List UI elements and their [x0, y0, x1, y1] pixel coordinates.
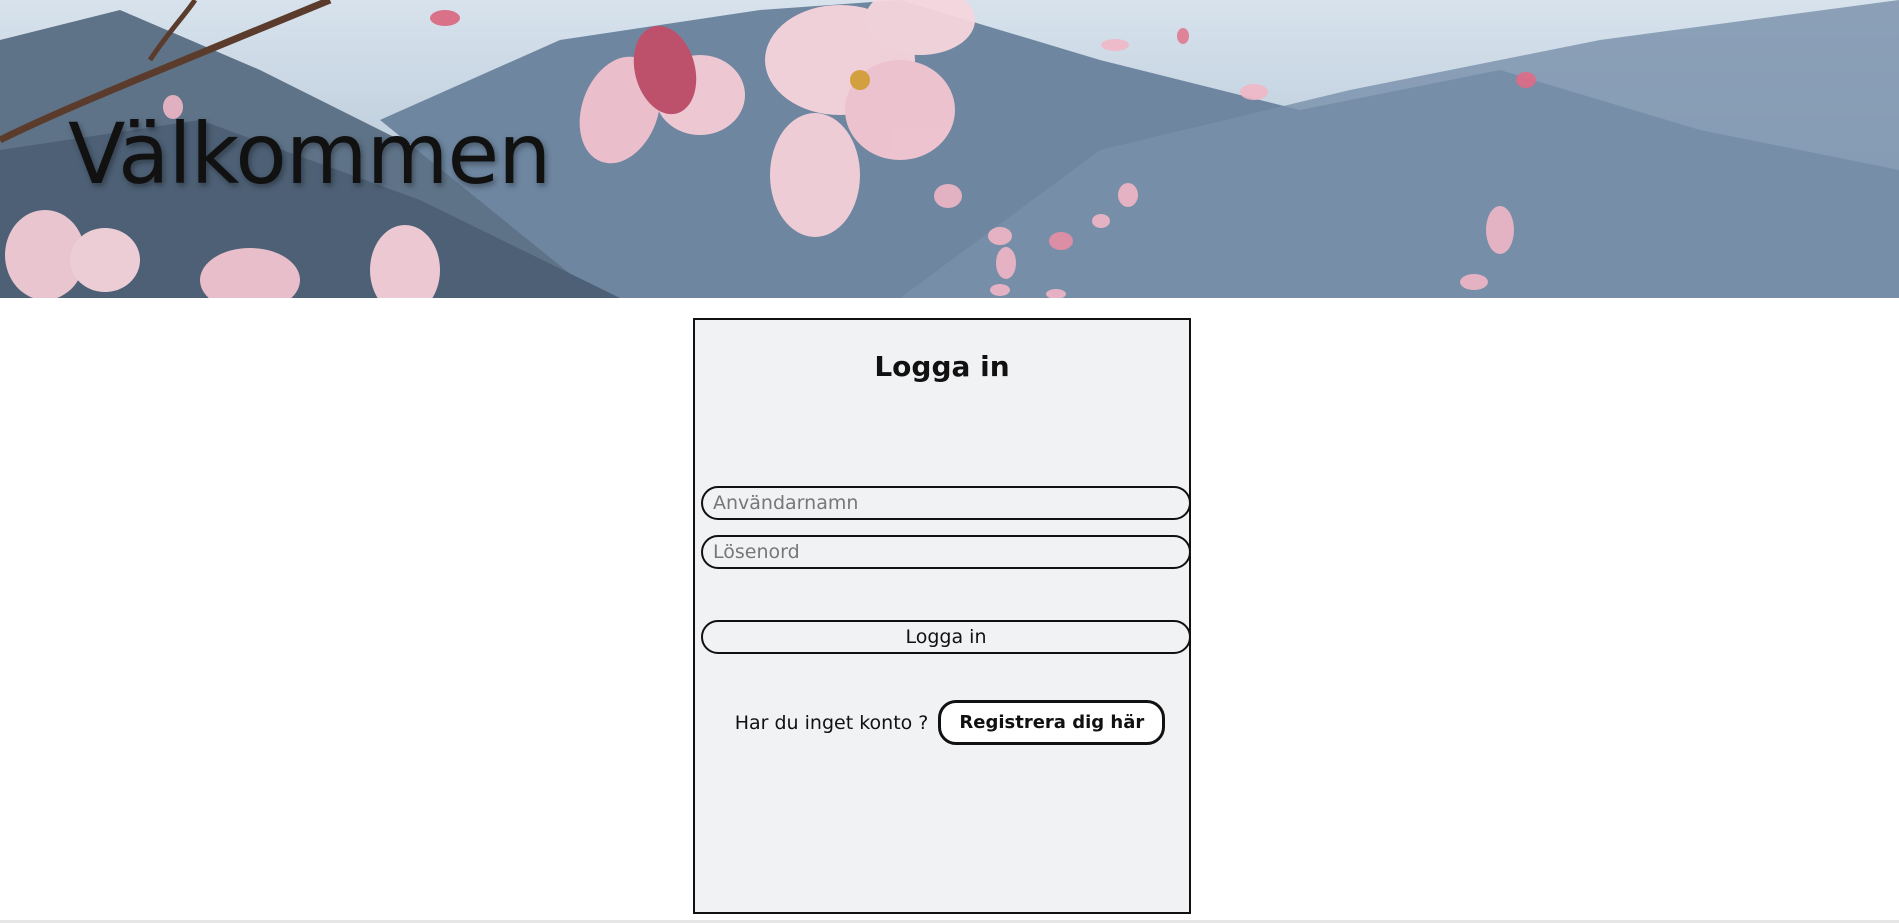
- register-prompt: Har du inget konto ?: [734, 711, 929, 734]
- username-input[interactable]: [701, 486, 1191, 520]
- login-button[interactable]: Logga in: [701, 620, 1191, 654]
- login-card: Logga in Logga in Har du inget konto ? R…: [693, 318, 1191, 914]
- register-button[interactable]: Registrera dig här: [938, 700, 1166, 745]
- hero-banner: Välkommen: [0, 0, 1899, 298]
- login-heading: Logga in: [874, 350, 1010, 383]
- register-row: Har du inget konto ? Registrera dig här: [695, 700, 1189, 745]
- page-title: Välkommen: [68, 105, 551, 203]
- password-input[interactable]: [701, 535, 1191, 569]
